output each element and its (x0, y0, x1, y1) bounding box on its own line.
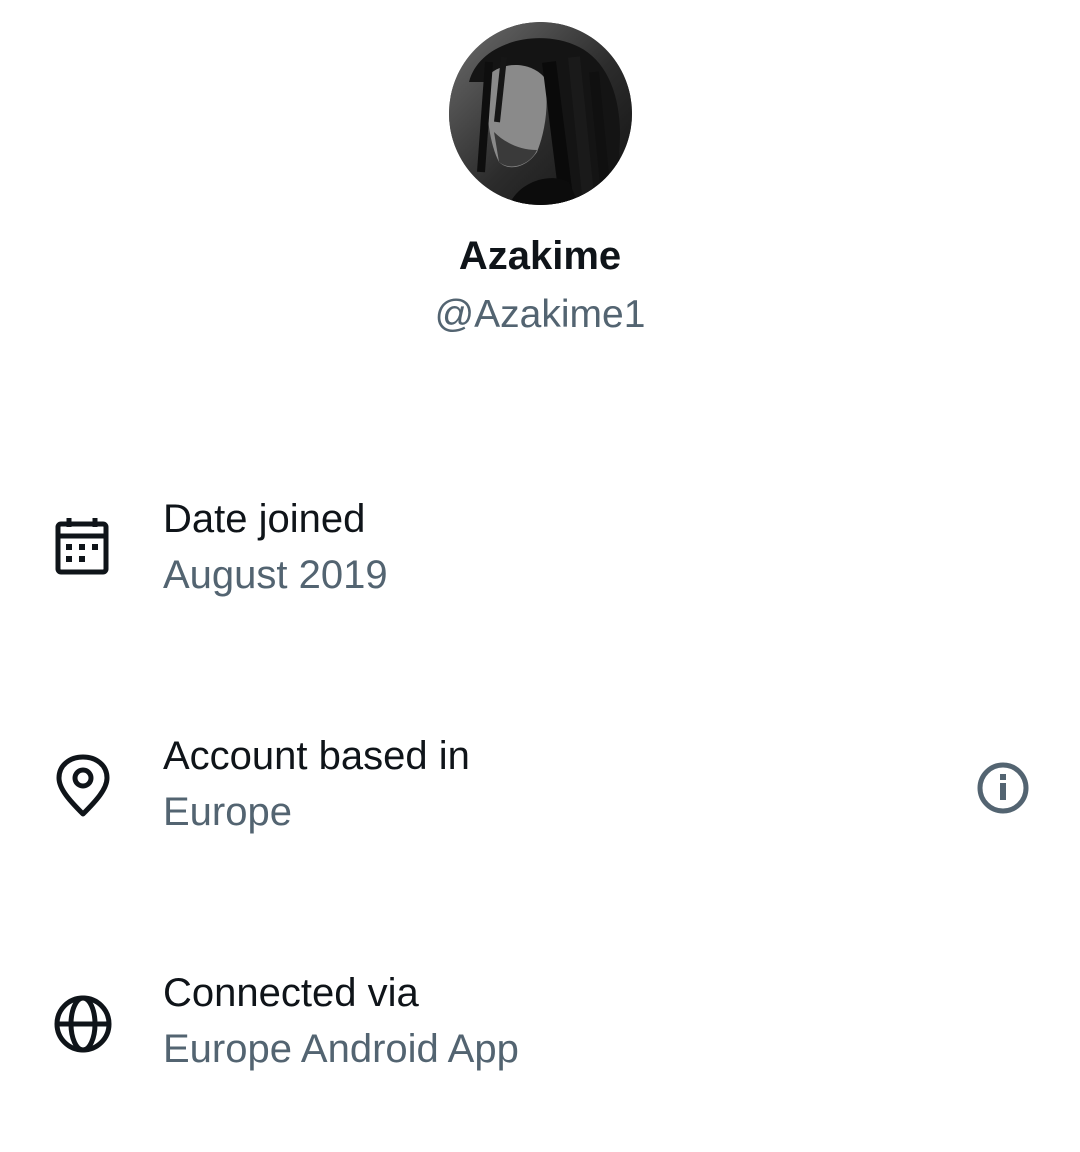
avatar-image (449, 22, 632, 205)
user-handle: @Azakime1 (434, 293, 646, 336)
account-location-row: Account based in Europe (0, 731, 1080, 861)
connected-via-value: Europe Android App (163, 1027, 519, 1071)
profile-header: Azakime @Azakime1 (0, 0, 1080, 360)
display-name: Azakime (458, 234, 622, 278)
date-joined-value: August 2019 (163, 553, 388, 597)
avatar[interactable] (449, 22, 632, 205)
connected-via-label: Connected via (163, 971, 419, 1015)
connected-via-row: Connected via Europe Android App (0, 968, 1080, 1098)
account-location-label: Account based in (163, 734, 470, 778)
calendar-icon (50, 512, 116, 578)
info-icon[interactable] (972, 757, 1034, 819)
location-pin-icon (50, 753, 116, 819)
globe-icon (50, 991, 116, 1057)
account-location-value: Europe (163, 790, 292, 834)
date-joined-row: Date joined August 2019 (0, 494, 1080, 624)
date-joined-label: Date joined (163, 497, 366, 541)
